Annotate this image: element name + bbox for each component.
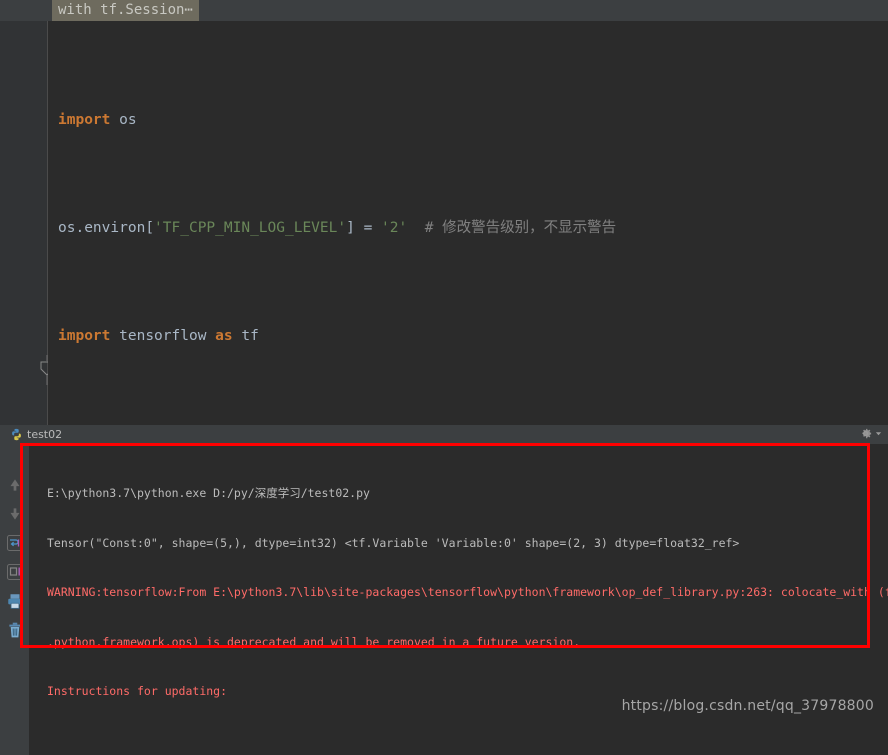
run-tool-window: test02 [0, 425, 888, 723]
run-settings-control[interactable] [858, 426, 882, 441]
code-line-2: os.environ['TF_CPP_MIN_LOG_LEVEL'] = '2'… [48, 215, 888, 242]
code-line-3: import tensorflow as tf [48, 323, 888, 350]
code-line-1: import os [48, 107, 888, 134]
console-line: .python.framework.ops) is deprecated and… [47, 634, 888, 651]
code-editor[interactable]: import os os.environ['TF_CPP_MIN_LOG_LEV… [0, 21, 888, 425]
console-output[interactable]: E:\python3.7\python.exe D:/py/深度学习/test0… [29, 444, 888, 723]
run-tool-window-header: test02 [0, 425, 888, 444]
console-line: Tensor("Const:0", shape=(5,), dtype=int3… [47, 535, 888, 552]
console-line: WARNING:tensorflow:From E:\python3.7\lib… [47, 584, 888, 601]
down-arrow-icon[interactable] [6, 505, 24, 523]
code-content[interactable]: import os os.environ['TF_CPP_MIN_LOG_LEV… [48, 21, 888, 425]
run-tab-test02[interactable]: test02 [4, 425, 68, 444]
console-line: E:\python3.7\python.exe D:/py/深度学习/test0… [47, 485, 888, 502]
python-file-icon [10, 428, 23, 441]
scroll-to-end-icon[interactable] [6, 563, 24, 581]
pycharm-window: with tf.Session⋯ import os os.environ['T… [0, 0, 888, 723]
trash-icon[interactable] [6, 621, 24, 639]
breadcrumb-bar: with tf.Session⋯ [0, 0, 888, 22]
run-tab-label: test02 [27, 428, 62, 441]
up-arrow-icon[interactable] [6, 476, 24, 494]
run-console-toolbar[interactable] [0, 444, 29, 755]
breadcrumb-structure-chip[interactable]: with tf.Session⋯ [52, 0, 199, 21]
soft-wrap-icon[interactable] [6, 534, 24, 552]
gear-icon[interactable] [858, 426, 873, 441]
print-icon[interactable] [6, 592, 24, 610]
watermark-url: https://blog.csdn.net/qq_37978800 [622, 698, 874, 714]
chevron-down-icon[interactable] [875, 430, 882, 437]
